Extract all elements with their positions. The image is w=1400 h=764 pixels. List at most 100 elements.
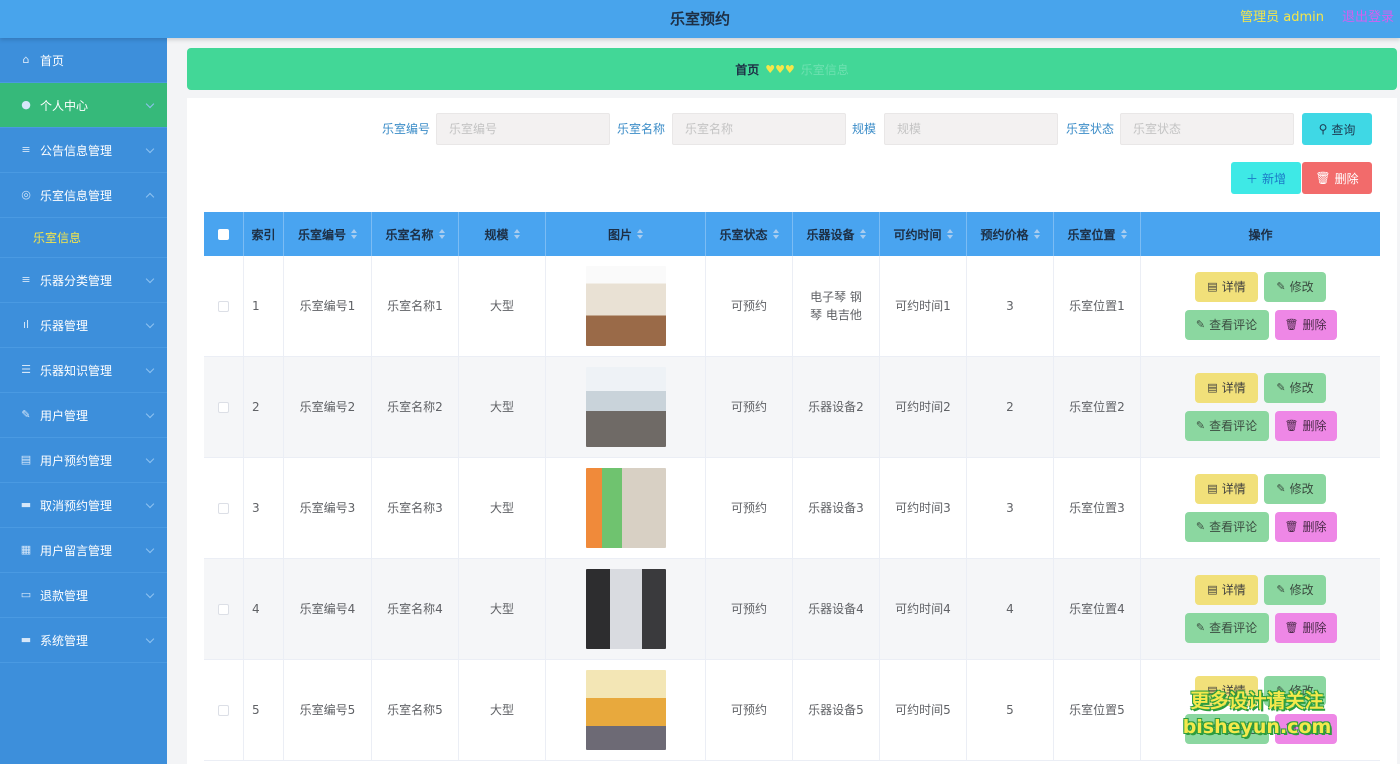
chevron-down-icon [145,454,155,464]
view-comments-button[interactable]: ✎ 查看评论 [1184,310,1269,340]
sidebar-item-users[interactable]: ✎ 用户管理 [0,393,167,438]
header-label: 乐室编号 [297,227,346,242]
row-checkbox-cell[interactable] [204,357,244,457]
sidebar-item-home[interactable]: ⌂ 首页 [0,38,167,83]
sidebar-item-notice[interactable]: ≡ 公告信息管理 [0,128,167,173]
row-checkbox-cell[interactable] [204,660,244,760]
delete-button[interactable]: 🗑 删除 [1274,310,1337,340]
cell-status: 可预约 [706,256,793,356]
delete-button[interactable]: 🗑 删除 [1274,613,1337,643]
cell-scale: 大型 [459,458,546,558]
sidebar-item-cancellations[interactable]: ▬ 取消预约管理 [0,483,167,528]
breadcrumb-home[interactable]: 首页 [735,61,759,78]
edit-icon: ✎ [1276,280,1286,293]
row-checkbox-cell[interactable] [204,256,244,356]
sort-icon[interactable] [1033,229,1040,239]
row-checkbox-cell[interactable] [204,458,244,558]
chevron-down-icon [145,544,155,554]
detail-button[interactable]: ▤ 详情 [1195,575,1258,605]
row-checkbox[interactable] [218,300,229,312]
header-label: 乐器设备 [806,227,855,242]
cell-code: 乐室编号1 [284,256,372,356]
cell-equipment: 乐器设备4 [793,559,880,659]
row-checkbox[interactable] [218,704,229,716]
app-title: 乐室预约 [669,10,730,28]
edit-button[interactable]: ✎ 修改 [1264,575,1326,605]
button-label: 修改 [1289,381,1314,395]
detail-button[interactable]: ▤ 详情 [1195,272,1258,302]
sidebar-item-instrument[interactable]: ıl 乐器管理 [0,303,167,348]
cell-index: 3 [244,458,284,558]
room-name-label: 乐室名称 [617,122,666,136]
view-comments-button[interactable]: ✎ 查看评论 [1184,613,1269,643]
sort-icon[interactable] [772,229,779,239]
row-checkbox[interactable] [218,502,229,514]
column-header-status[interactable]: 乐室状态 [706,212,793,256]
cell-index: 5 [244,660,284,760]
cell-name: 乐室名称2 [372,357,459,457]
column-header-location[interactable]: 乐室位置 [1054,212,1141,256]
chevron-down-icon [145,144,155,154]
bulk-delete-button[interactable]: 🗑 删除 [1302,162,1372,194]
sidebar-item-label: 用户预约管理 [40,453,113,468]
sidebar-item-label: 系统管理 [40,633,89,648]
sidebar-item-reservations[interactable]: ▤ 用户预约管理 [0,438,167,483]
cell-index: 1 [244,256,284,356]
column-header-equipment[interactable]: 乐器设备 [793,212,880,256]
column-header-code[interactable]: 乐室编号 [284,212,372,256]
edit-button[interactable]: ✎ 修改 [1264,272,1326,302]
room-name-input[interactable]: 乐室名称 [672,113,846,145]
sidebar-item-knowledge[interactable]: ☰ 乐器知识管理 [0,348,167,393]
scale-input[interactable]: 规模 [884,113,1058,145]
column-header-time[interactable]: 可约时间 [880,212,967,256]
detail-button[interactable]: ▤ 详情 [1195,373,1258,403]
chevron-down-icon [145,499,155,509]
view-comments-button[interactable]: ✎ 查看评论 [1184,512,1269,542]
room-photo [585,670,666,750]
sort-icon[interactable] [438,229,445,239]
sort-icon[interactable] [859,229,866,239]
column-header-scale[interactable]: 规模 [459,212,546,256]
sidebar-item-room-info[interactable]: ◎ 乐室信息管理 [0,173,167,218]
view-comments-button[interactable]: ✎ 查看评论 [1184,411,1269,441]
room-photo [585,569,666,649]
chevron-down-icon [145,99,155,109]
main-panel: 乐室编号 乐室编号 乐室名称 乐室名称 规模 规模 乐室状态 乐室状态 ⚲ 查询… [187,98,1397,764]
add-button[interactable]: ＋ 新增 [1231,162,1301,194]
sidebar-item-instrument-category[interactable]: ≡ 乐器分类管理 [0,258,167,303]
cell-price: 4 [967,559,1054,659]
trash-icon: 🗑 [1284,318,1299,331]
sort-icon[interactable] [351,229,357,239]
room-code-input[interactable]: 乐室编号 [436,113,610,145]
select-all-checkbox-cell[interactable] [204,212,244,256]
delete-button[interactable]: 🗑 删除 [1274,411,1337,441]
room-status-input[interactable]: 乐室状态 [1120,113,1294,145]
sidebar-item-profile[interactable]: ● 个人中心 [0,83,167,128]
sort-icon[interactable] [1120,229,1127,239]
query-button[interactable]: ⚲ 查询 [1302,113,1372,145]
sidebar-subitem-room-info[interactable]: 乐室信息 [0,218,167,258]
row-checkbox[interactable] [218,603,229,615]
cell-image [546,357,706,457]
sidebar-item-refunds[interactable]: ▭ 退款管理 [0,573,167,618]
sidebar-item-system[interactable]: ▬ 系统管理 [0,618,167,663]
cell-name: 乐室名称1 [372,256,459,356]
button-label: 查看评论 [1209,318,1258,332]
delete-button[interactable]: 🗑 删除 [1274,512,1337,542]
select-all-checkbox[interactable] [218,228,229,240]
edit-button[interactable]: ✎ 修改 [1264,474,1326,504]
cell-actions: ▤ 详情 ✎ 修改 ✎ 查看评论 🗑 删除 [1141,458,1380,558]
column-header-price[interactable]: 预约价格 [967,212,1054,256]
sort-icon[interactable] [513,229,520,239]
edit-button[interactable]: ✎ 修改 [1264,373,1326,403]
sort-icon[interactable] [946,229,953,239]
logout-link[interactable]: 退出登录 [1342,0,1394,36]
row-checkbox-cell[interactable] [204,559,244,659]
detail-button[interactable]: ▤ 详情 [1195,474,1258,504]
sidebar-item-messages[interactable]: ▦ 用户留言管理 [0,528,167,573]
column-header-image[interactable]: 图片 [546,212,706,256]
sort-icon[interactable] [637,229,643,239]
row-checkbox[interactable] [218,401,229,413]
user-icon: ● [21,98,31,111]
column-header-name[interactable]: 乐室名称 [372,212,459,256]
